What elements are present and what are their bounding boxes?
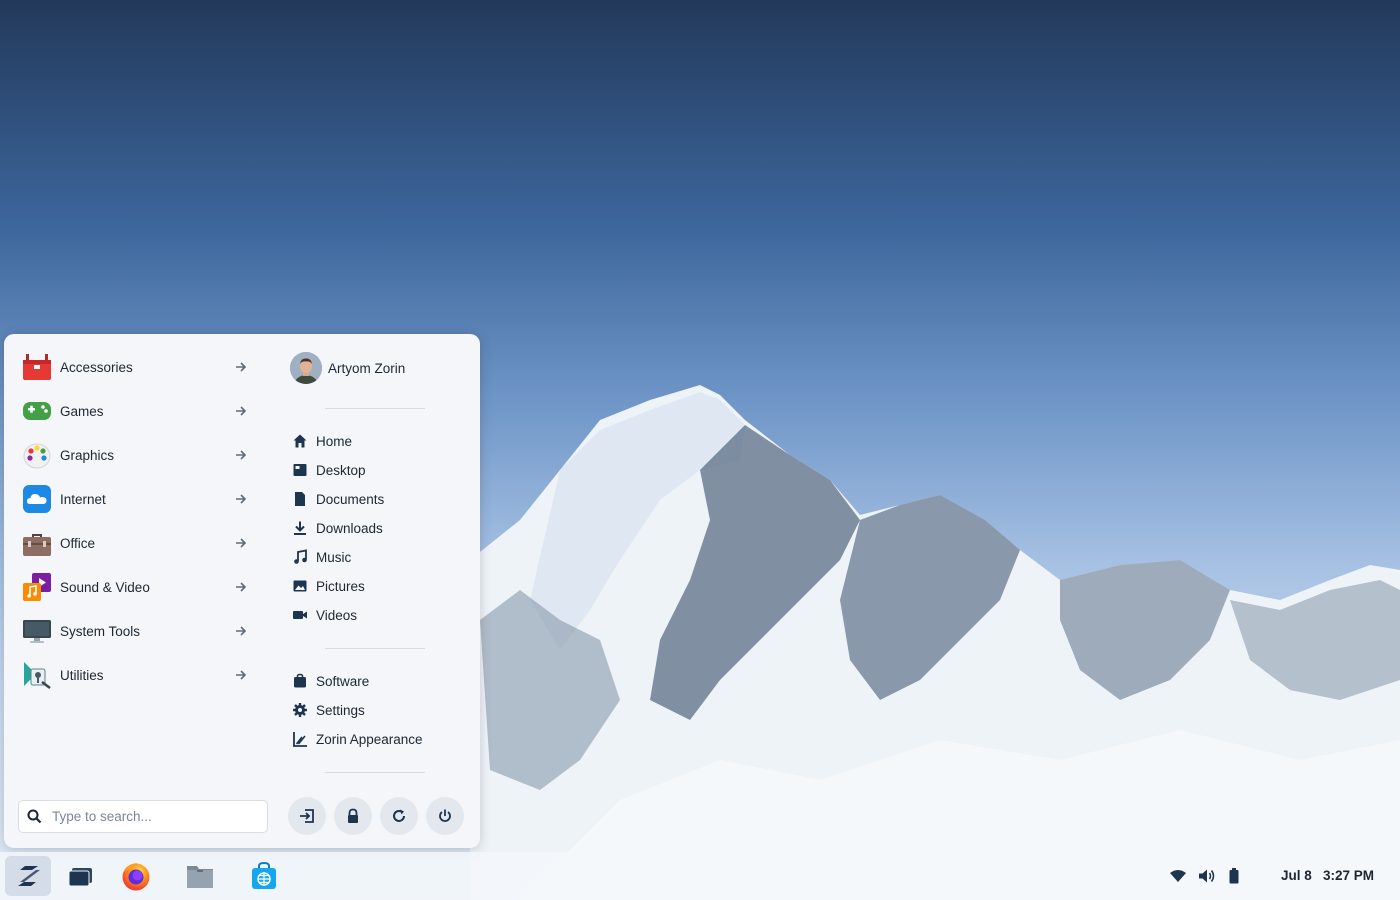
music-icon: [292, 549, 308, 565]
workspaces-icon: [68, 868, 92, 887]
firefox-icon: [122, 863, 150, 891]
place-desktop[interactable]: Desktop: [292, 458, 366, 482]
download-icon: [292, 520, 308, 536]
image-icon: [292, 578, 308, 594]
zorin-menu-icon: [18, 866, 40, 886]
place-pictures[interactable]: Pictures: [292, 574, 365, 598]
category-utilities[interactable]: Utilities: [22, 657, 252, 693]
bag-icon: [292, 673, 308, 689]
time-label[interactable]: 3:27 PM: [1323, 866, 1374, 886]
search-input[interactable]: [50, 808, 254, 825]
place-label: Pictures: [316, 578, 365, 594]
category-label: System Tools: [60, 623, 141, 639]
place-label: Home: [316, 433, 353, 449]
search-box[interactable]: [18, 800, 268, 833]
divider: [325, 408, 425, 409]
category-accessories[interactable]: Accessories: [22, 349, 252, 385]
video-icon: [292, 607, 308, 623]
logout-button[interactable]: [288, 797, 326, 835]
date-label[interactable]: Jul 8: [1281, 866, 1312, 886]
software-store-button[interactable]: [241, 856, 287, 896]
battery-button[interactable]: [1224, 866, 1244, 886]
wifi-button[interactable]: [1168, 866, 1188, 886]
restart-icon: [393, 809, 405, 822]
user-account[interactable]: Artyom Zorin: [290, 352, 405, 384]
category-label: Accessories: [60, 359, 133, 375]
arrow-right-icon: [236, 406, 247, 416]
category-sound-video[interactable]: Sound & Video: [22, 569, 252, 605]
briefcase-icon: [22, 528, 52, 558]
category-label: Utilities: [60, 667, 104, 683]
arrow-right-icon: [236, 670, 247, 680]
menu-label: Software: [316, 673, 370, 689]
arrow-right-icon: [236, 450, 247, 460]
lock-icon: [348, 808, 358, 823]
place-label: Music: [316, 549, 352, 565]
firefox-button[interactable]: [113, 856, 159, 896]
home-icon: [292, 433, 308, 449]
files-button[interactable]: [177, 856, 223, 896]
place-documents[interactable]: Documents: [292, 487, 384, 511]
avatar: [290, 352, 322, 384]
arrow-right-icon: [236, 538, 247, 548]
logout-icon: [300, 809, 314, 823]
cloud-icon: [22, 484, 52, 514]
arrow-right-icon: [236, 582, 247, 592]
lock-button[interactable]: [334, 797, 372, 835]
desktop-icon: [292, 462, 308, 478]
wifi-icon: [1170, 870, 1186, 882]
category-system-tools[interactable]: System Tools: [22, 613, 252, 649]
arrow-right-icon: [236, 362, 247, 372]
zorin-menu-button[interactable]: [5, 856, 51, 896]
document-icon: [292, 491, 308, 507]
category-office[interactable]: Office: [22, 525, 252, 561]
utilities-icon: [22, 660, 52, 690]
place-label: Desktop: [316, 462, 366, 478]
workspaces-button[interactable]: [58, 856, 104, 896]
arrow-right-icon: [236, 626, 247, 636]
divider: [325, 772, 425, 773]
category-label: Graphics: [60, 447, 115, 463]
menu-label: Settings: [316, 702, 365, 718]
menu-software[interactable]: Software: [292, 669, 369, 693]
category-graphics[interactable]: Graphics: [22, 437, 252, 473]
menu-label: Zorin Appearance: [316, 731, 423, 747]
gear-icon: [292, 702, 308, 718]
media-icon: [22, 572, 52, 602]
place-music[interactable]: Music: [292, 545, 351, 569]
power-button[interactable]: [426, 797, 464, 835]
volume-icon: [1199, 869, 1215, 883]
palette-icon: [22, 440, 52, 470]
divider: [325, 648, 425, 649]
place-label: Downloads: [316, 520, 383, 536]
monitor-icon: [22, 616, 52, 646]
place-home[interactable]: Home: [292, 429, 352, 453]
place-videos[interactable]: Videos: [292, 603, 357, 627]
gamepad-icon: [22, 396, 52, 426]
menu-zorin-appearance[interactable]: Zorin Appearance: [292, 727, 423, 751]
category-label: Internet: [60, 491, 106, 507]
toolbox-icon: [22, 352, 52, 382]
place-label: Videos: [316, 607, 358, 623]
power-icon: [439, 809, 451, 822]
category-label: Office: [60, 535, 96, 551]
search-icon: [27, 809, 42, 824]
category-games[interactable]: Games: [22, 393, 252, 429]
place-label: Documents: [316, 491, 385, 507]
volume-button[interactable]: [1197, 866, 1217, 886]
category-label: Sound & Video: [60, 579, 150, 595]
category-internet[interactable]: Internet: [22, 481, 252, 517]
arrow-right-icon: [236, 494, 247, 504]
software-store-icon: [252, 861, 276, 889]
menu-settings[interactable]: Settings: [292, 698, 365, 722]
battery-icon: [1229, 868, 1239, 884]
restart-button[interactable]: [380, 797, 418, 835]
files-icon: [187, 866, 213, 888]
category-label: Games: [60, 403, 104, 419]
user-name: Artyom Zorin: [328, 360, 406, 376]
appearance-icon: [292, 731, 308, 747]
place-downloads[interactable]: Downloads: [292, 516, 383, 540]
